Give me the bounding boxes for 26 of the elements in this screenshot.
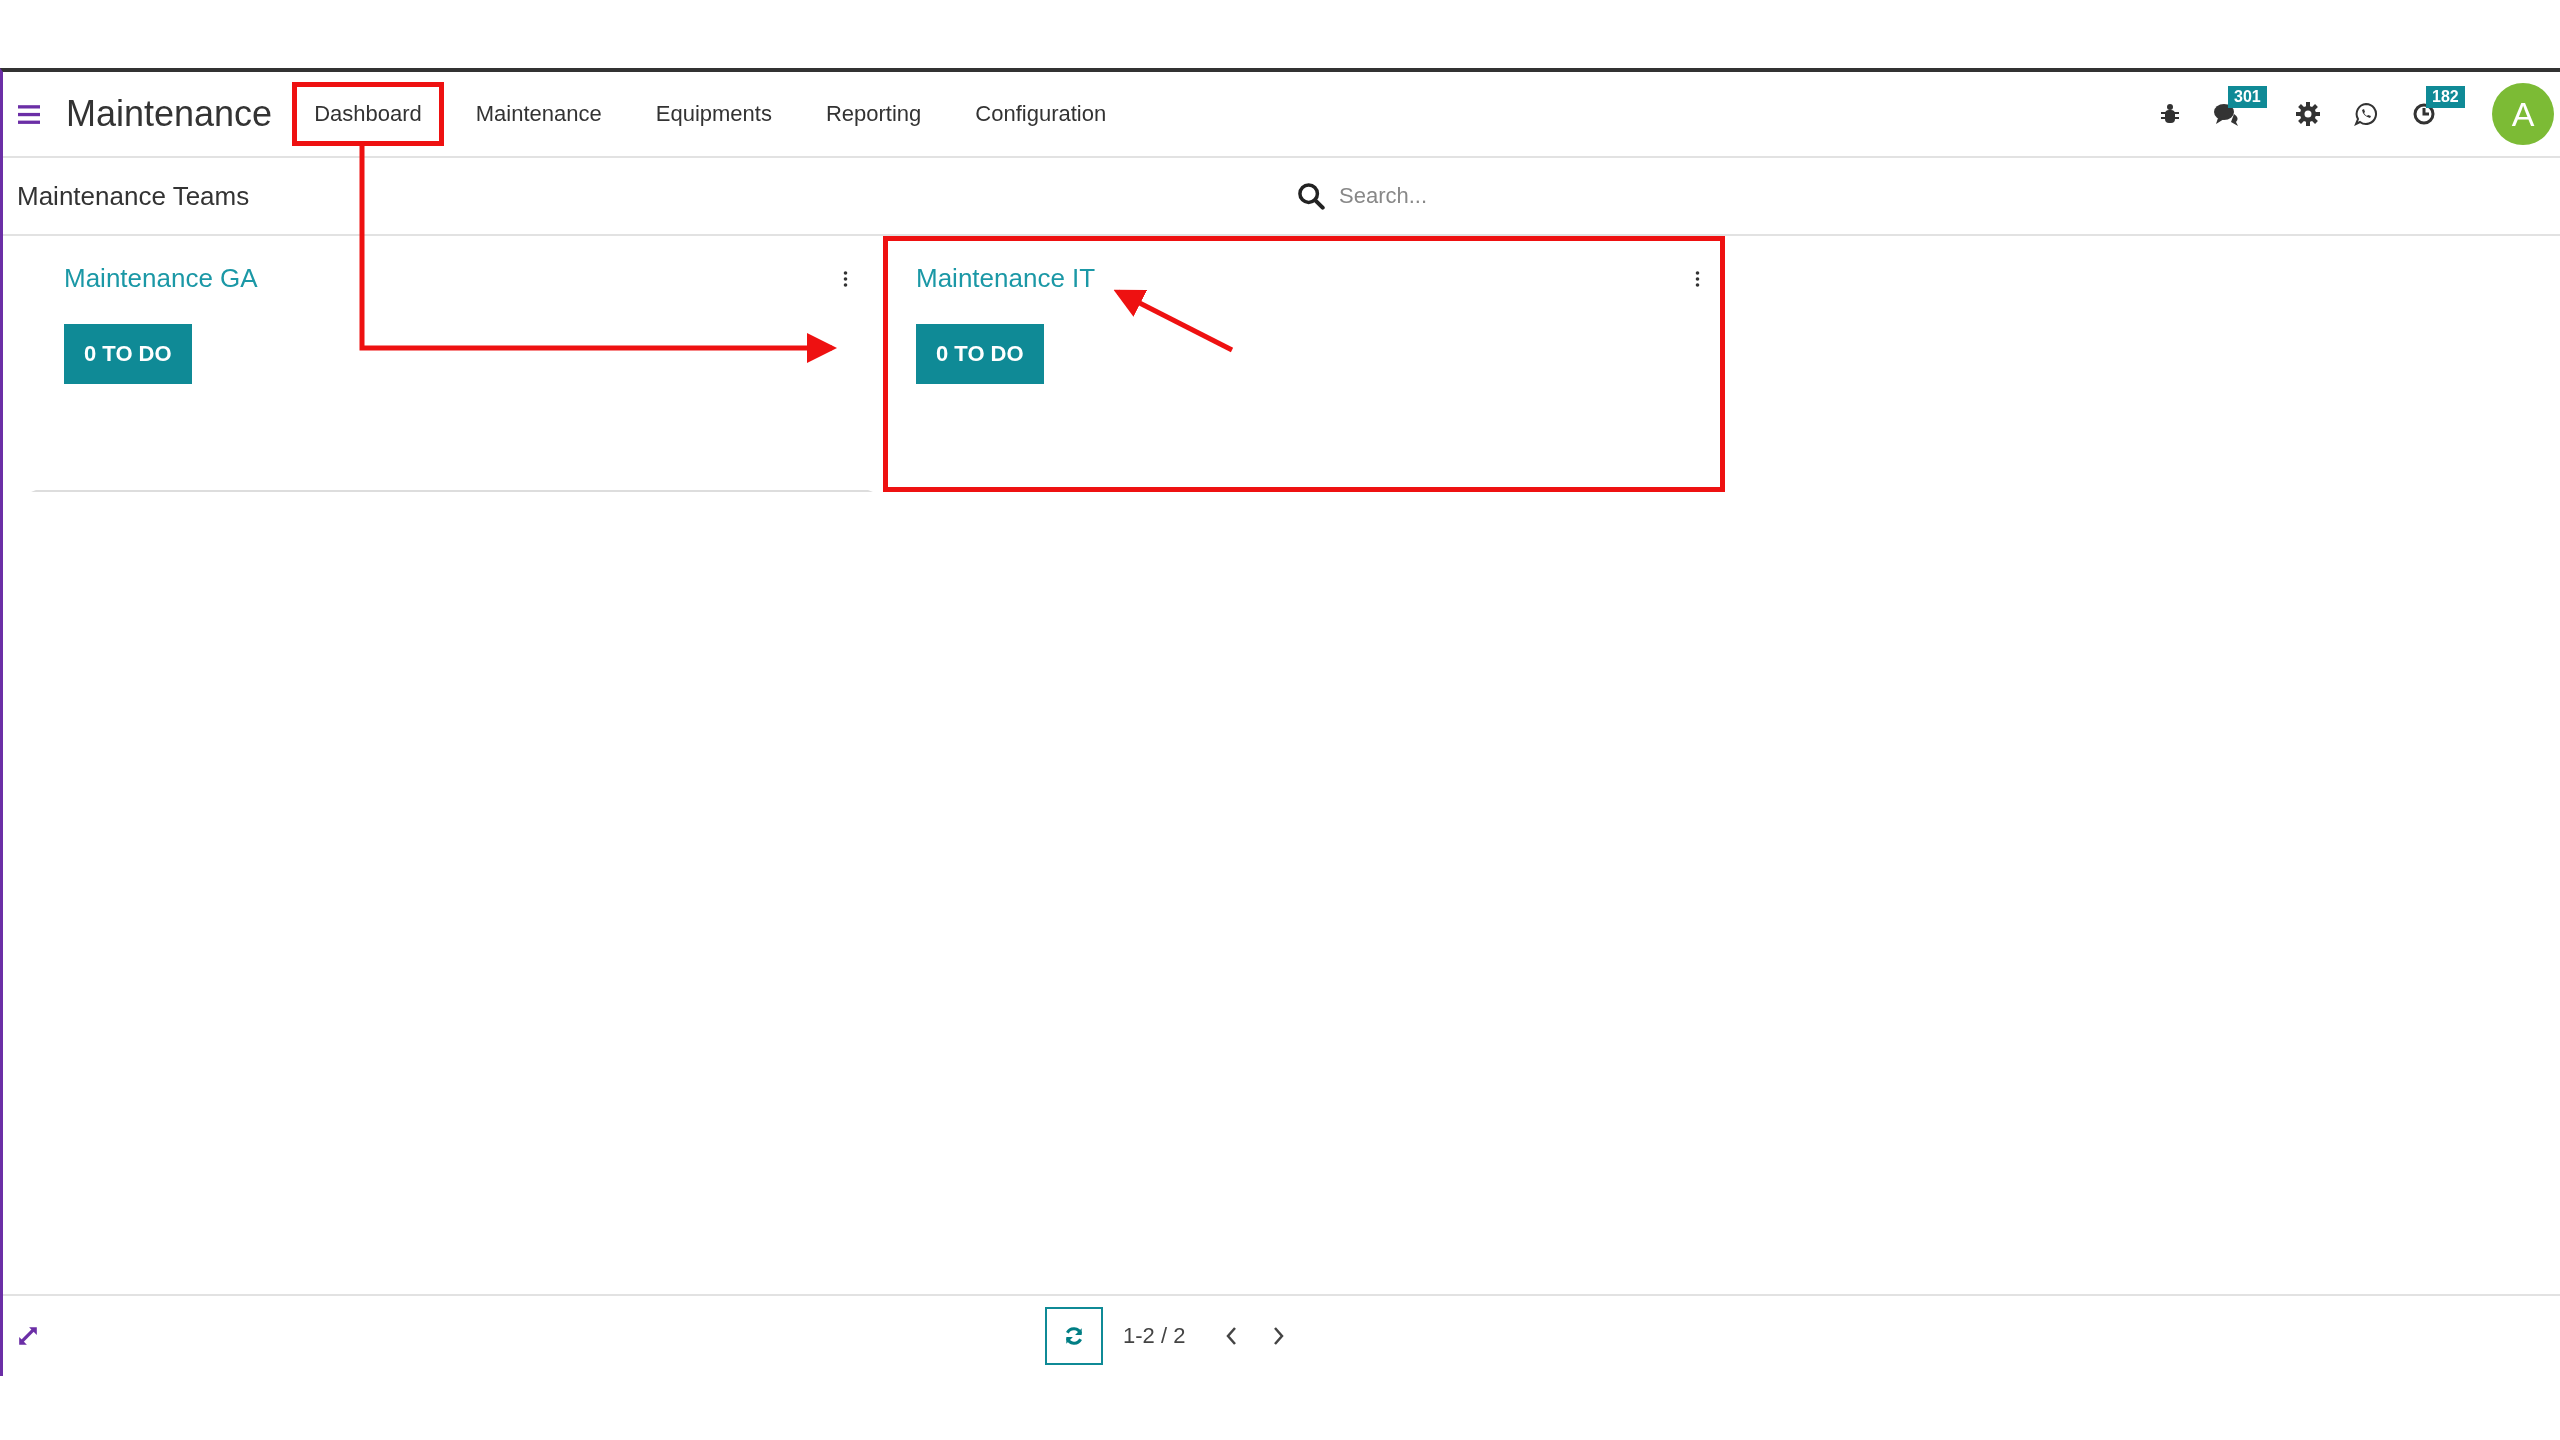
notification-badge: 182 [2426,86,2465,108]
clock-icon[interactable] [2412,102,2436,126]
search-icon [1297,182,1325,210]
todo-button[interactable]: 0 TO DO [916,324,1044,384]
bug-icon[interactable] [2160,103,2180,125]
menu-icon[interactable] [18,104,40,124]
notification-badge: 301 [2228,86,2267,108]
settings-icon[interactable] [2296,102,2320,126]
breadcrumb-title: Maintenance Teams [17,180,251,212]
menu-item[interactable]: Equipments [633,82,794,146]
refresh-icon [1063,1325,1085,1347]
phone-chat-icon[interactable] [2354,102,2378,126]
kebab-menu-icon[interactable] [843,270,848,287]
refresh-button[interactable] [1045,1307,1103,1365]
kebab-menu-icon[interactable] [1695,270,1700,287]
menu-item[interactable]: Configuration [953,82,1129,146]
menu-item[interactable]: Reporting [803,82,944,146]
chat-bubbles-icon[interactable] [2214,102,2240,126]
expand-icon[interactable] [17,1325,39,1347]
next-page-icon[interactable] [1273,1326,1286,1346]
app-title: Maintenance [66,93,273,135]
todo-button[interactable]: 0 TO DO [64,324,192,384]
menu-item[interactable]: Dashboard [292,82,444,146]
pager-value[interactable]: 1-2 / 2 [1123,1323,1186,1349]
menu-item[interactable]: Maintenance [453,82,624,146]
previous-page-icon[interactable] [1225,1326,1238,1346]
